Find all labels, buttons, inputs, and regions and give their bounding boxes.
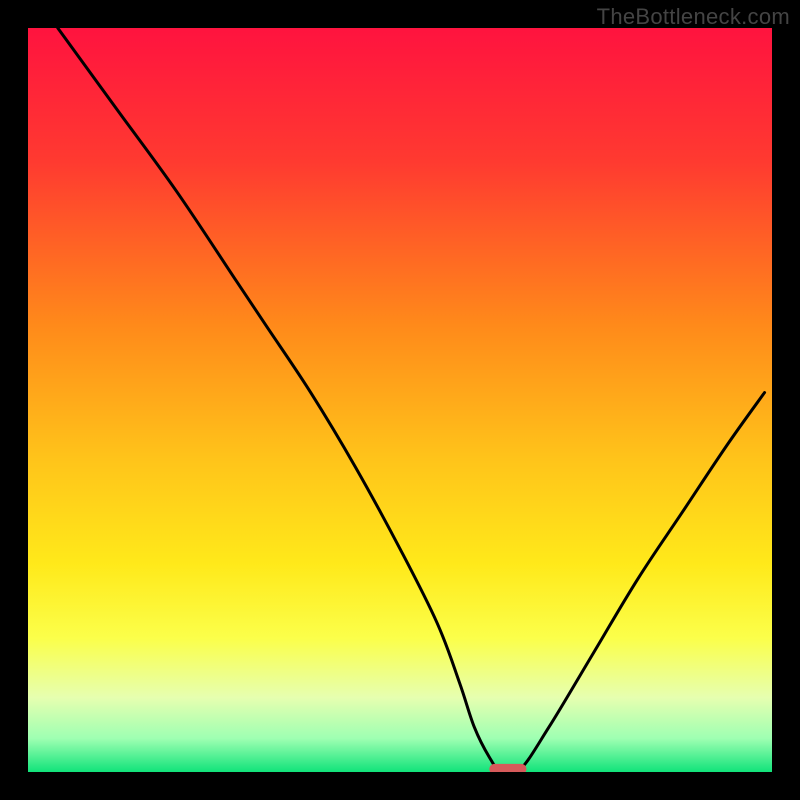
chart-frame: TheBottleneck.com xyxy=(0,0,800,800)
watermark-text: TheBottleneck.com xyxy=(597,4,790,30)
plot-area xyxy=(28,28,772,772)
chart-svg xyxy=(28,28,772,772)
